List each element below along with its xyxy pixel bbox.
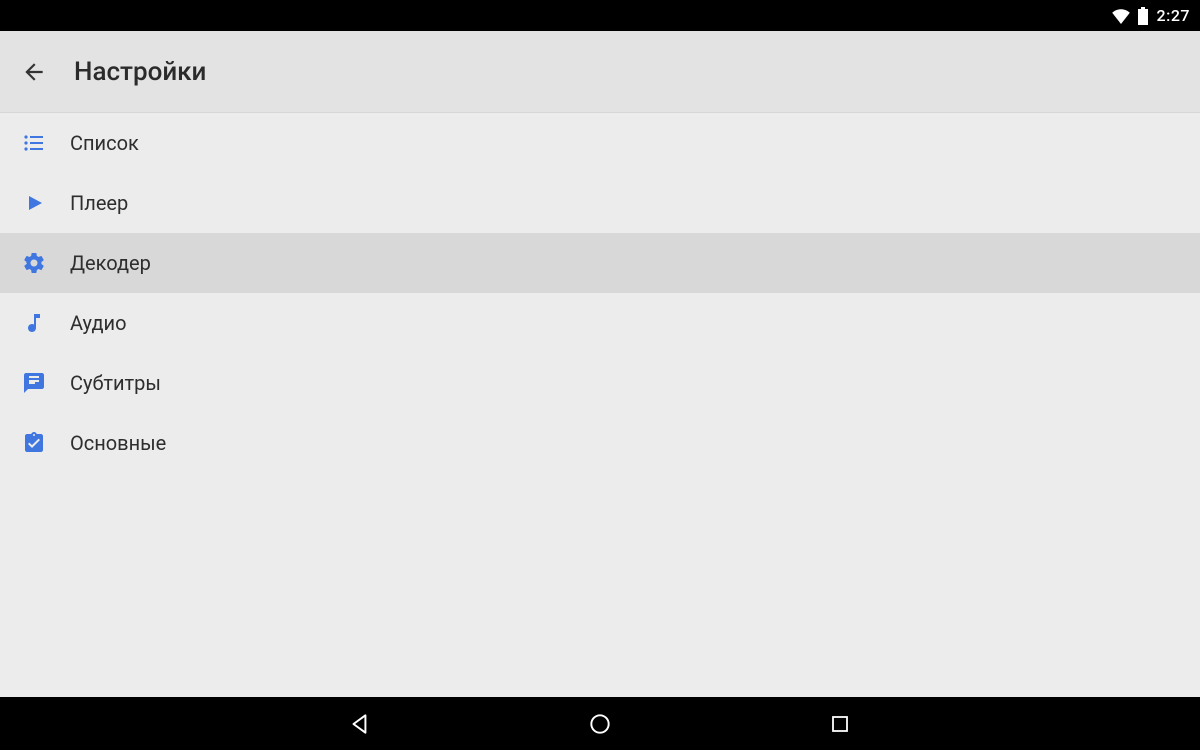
status-clock: 2:27: [1157, 6, 1191, 25]
nav-home-button[interactable]: [580, 704, 620, 744]
settings-item-list[interactable]: Список: [0, 113, 1200, 173]
settings-item-label: Субтитры: [70, 371, 161, 395]
navigation-bar: [0, 697, 1200, 750]
page-title: Настройки: [74, 57, 206, 87]
settings-item-general[interactable]: Основные: [0, 413, 1200, 473]
settings-item-decoder[interactable]: Декодер: [0, 233, 1200, 293]
battery-icon: [1137, 7, 1149, 25]
settings-item-label: Список: [70, 131, 139, 155]
toolbar: Настройки: [0, 31, 1200, 113]
subtitle-icon: [18, 367, 50, 399]
music-icon: [18, 307, 50, 339]
settings-item-player[interactable]: Плеер: [0, 173, 1200, 233]
nav-back-button[interactable]: [340, 704, 380, 744]
settings-list: Список Плеер Декодер Аудио Субтитры: [0, 113, 1200, 697]
settings-item-label: Основные: [70, 431, 166, 455]
settings-item-label: Плеер: [70, 191, 128, 215]
status-bar: 2:27: [0, 0, 1200, 31]
back-button[interactable]: [20, 58, 48, 86]
settings-item-subtitle[interactable]: Субтитры: [0, 353, 1200, 413]
list-icon: [18, 127, 50, 159]
settings-item-label: Аудио: [70, 311, 127, 335]
device-frame: 2:27 Настройки Список Плеер: [0, 0, 1200, 750]
wifi-icon: [1111, 8, 1131, 24]
settings-item-label: Декодер: [70, 251, 151, 275]
gear-icon: [18, 247, 50, 279]
clipboard-check-icon: [18, 427, 50, 459]
play-icon: [18, 187, 50, 219]
settings-item-audio[interactable]: Аудио: [0, 293, 1200, 353]
nav-recent-button[interactable]: [820, 704, 860, 744]
